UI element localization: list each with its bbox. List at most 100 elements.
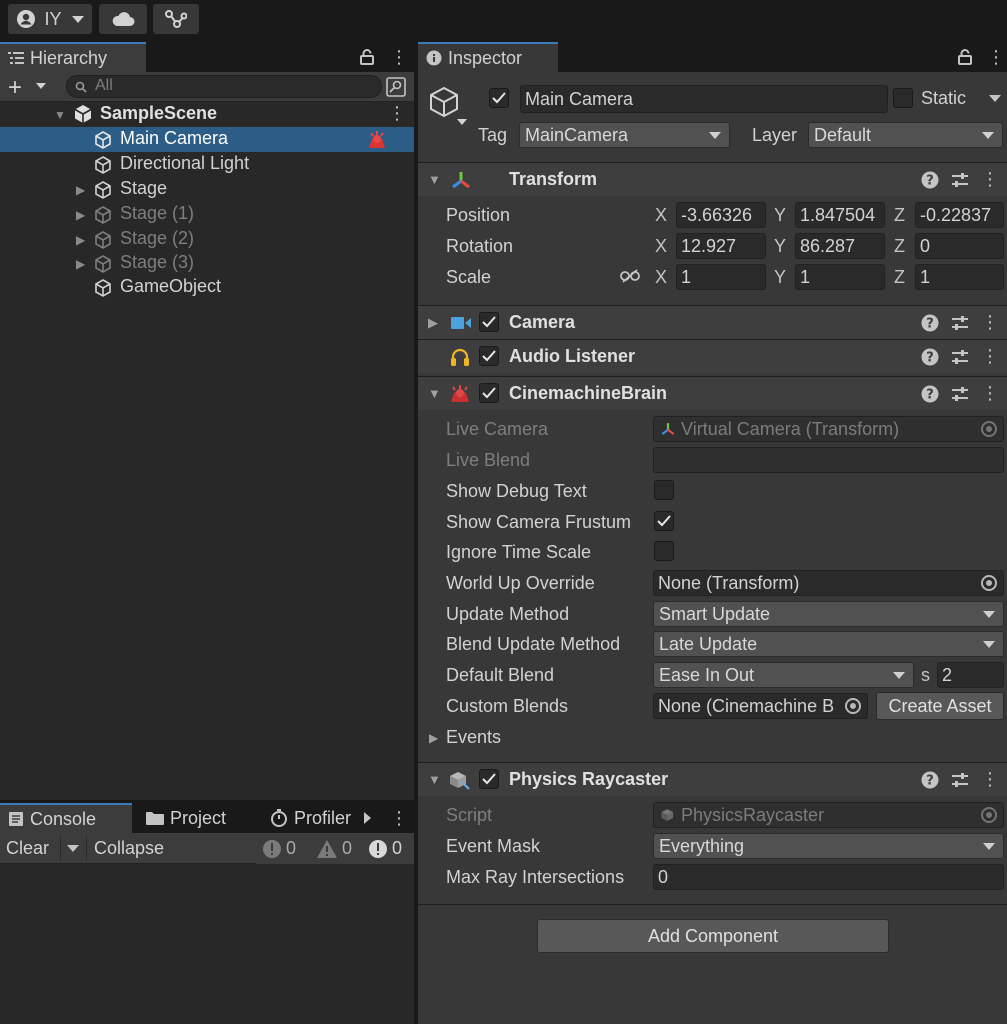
tag-dropdown[interactable]: MainCamera — [519, 122, 730, 148]
help-icon[interactable]: ? — [921, 171, 939, 189]
camera-header[interactable]: ▶ Camera ? ⋮ — [418, 305, 1007, 339]
audio-listener-header[interactable]: Audio Listener ? ⋮ — [418, 339, 1007, 373]
component-menu-icon[interactable]: ⋮ — [981, 383, 999, 404]
static-dropdown-chevron-icon[interactable] — [989, 95, 1001, 102]
constrain-proportions-icon[interactable] — [620, 268, 640, 284]
custom-blends-field[interactable]: None (Cinemachine B — [653, 693, 868, 719]
scale-z-input[interactable]: 1 — [915, 264, 1004, 290]
log-filter-button[interactable]: 0 — [262, 838, 296, 859]
layer-dropdown[interactable]: Default — [808, 122, 1003, 148]
raycaster-enabled-checkbox[interactable] — [479, 769, 499, 789]
collab-button[interactable] — [153, 4, 199, 34]
object-name-input[interactable]: Main Camera — [520, 85, 888, 113]
tab-hierarchy[interactable]: Hierarchy — [0, 42, 146, 72]
hierarchy-menu-icon[interactable]: ⋮ — [390, 47, 408, 68]
ignore-time-scale-checkbox[interactable] — [654, 541, 674, 561]
cinemachine-brain-header[interactable]: ▼ CinemachineBrain ? ⋮ — [418, 376, 1007, 410]
clear-button[interactable]: Clear — [6, 838, 49, 859]
component-menu-icon[interactable]: ⋮ — [981, 346, 999, 367]
create-asset-button[interactable]: Create Asset — [876, 692, 1004, 720]
add-dropdown-chevron-icon[interactable] — [36, 83, 46, 89]
presets-icon[interactable] — [951, 771, 969, 789]
lock-icon[interactable] — [360, 49, 374, 65]
presets-icon[interactable] — [951, 171, 969, 189]
events-foldout-icon[interactable]: ▶ — [429, 731, 438, 745]
hierarchy-item-directional-light[interactable]: Directional Light — [0, 152, 414, 177]
collapse-button[interactable]: Collapse — [94, 838, 164, 859]
position-z-input[interactable]: -0.22837 — [915, 202, 1004, 228]
help-icon[interactable]: ? — [921, 348, 939, 366]
rotation-z-input[interactable]: 0 — [915, 233, 1004, 259]
scale-y-input[interactable]: 1 — [795, 264, 885, 290]
tab-console[interactable]: Console — [0, 803, 132, 833]
foldout-open-icon[interactable]: ▼ — [428, 772, 441, 787]
physics-raycaster-header[interactable]: ▼ Physics Raycaster ? ⋮ — [418, 762, 1007, 796]
expand-arrow-icon[interactable]: ▶ — [76, 233, 85, 247]
object-picker-icon[interactable] — [981, 575, 997, 591]
help-icon[interactable]: ? — [921, 771, 939, 789]
help-icon[interactable]: ? — [921, 314, 939, 332]
expand-arrow-icon[interactable]: ▼ — [54, 108, 66, 122]
tabs-overflow-icon[interactable] — [364, 812, 371, 824]
panel-splitter[interactable] — [414, 42, 418, 1024]
rotation-x-input[interactable]: 12.927 — [676, 233, 766, 259]
tab-profiler[interactable]: Profiler — [262, 803, 358, 833]
icon-picker-chevron-icon[interactable] — [457, 119, 467, 125]
hierarchy-item-main-camera[interactable]: Main Camera — [0, 127, 414, 152]
foldout-open-icon[interactable]: ▼ — [428, 386, 441, 401]
help-icon[interactable]: ? — [921, 385, 939, 403]
default-blend-dropdown[interactable]: Ease In Out — [653, 662, 914, 688]
hierarchy-item-stage-1[interactable]: ▶ Stage (1) — [0, 202, 414, 227]
blend-seconds-input[interactable]: 2 — [937, 662, 1004, 688]
error-filter-button[interactable]: 0 — [368, 838, 402, 859]
presets-icon[interactable] — [951, 314, 969, 332]
scene-menu-icon[interactable]: ⋮ — [388, 103, 406, 124]
cloud-button[interactable] — [99, 4, 147, 34]
expand-arrow-icon[interactable]: ▶ — [76, 183, 85, 197]
hierarchy-item-stage[interactable]: ▶ Stage — [0, 177, 414, 202]
presets-icon[interactable] — [951, 348, 969, 366]
expand-arrow-icon[interactable]: ▶ — [76, 257, 85, 271]
hierarchy-item-stage-2[interactable]: ▶ Stage (2) — [0, 227, 414, 252]
inspector-menu-icon[interactable]: ⋮ — [987, 47, 1005, 68]
scene-search-icon[interactable] — [386, 77, 406, 97]
camera-enabled-checkbox[interactable] — [479, 312, 499, 332]
world-up-override-field[interactable]: None (Transform) — [653, 570, 1004, 596]
scale-x-input[interactable]: 1 — [676, 264, 766, 290]
object-picker-icon[interactable] — [845, 698, 861, 714]
hierarchy-search-input[interactable]: All — [66, 75, 382, 98]
foldout-closed-icon[interactable]: ▶ — [428, 315, 438, 331]
hierarchy-item-stage-3[interactable]: ▶ Stage (3) — [0, 251, 414, 276]
position-y-input[interactable]: 1.847504 — [795, 202, 885, 228]
account-dropdown[interactable]: IY — [8, 4, 92, 34]
event-mask-dropdown[interactable]: Everything — [653, 833, 1004, 859]
transform-header[interactable]: ▼ Transform ? ⋮ — [418, 162, 1007, 196]
component-menu-icon[interactable]: ⋮ — [981, 769, 999, 790]
component-menu-icon[interactable]: ⋮ — [981, 169, 999, 190]
events-label[interactable]: Events — [446, 727, 501, 748]
clear-options-chevron-icon[interactable] — [67, 845, 79, 852]
tab-project[interactable]: Project — [138, 803, 262, 833]
static-checkbox[interactable] — [893, 88, 913, 108]
lock-icon[interactable] — [958, 49, 972, 65]
update-method-dropdown[interactable]: Smart Update — [653, 601, 1004, 627]
add-component-button[interactable]: Add Component — [537, 919, 889, 953]
hierarchy-item-gameobject[interactable]: GameObject — [0, 275, 414, 300]
audio-listener-enabled-checkbox[interactable] — [479, 346, 499, 366]
foldout-open-icon[interactable]: ▼ — [428, 172, 441, 187]
tab-inspector[interactable]: Inspector — [418, 42, 558, 72]
position-x-input[interactable]: -3.66326 — [676, 202, 766, 228]
add-icon[interactable]: + — [8, 74, 22, 102]
component-menu-icon[interactable]: ⋮ — [981, 312, 999, 333]
expand-arrow-icon[interactable]: ▶ — [76, 208, 85, 222]
blend-update-method-dropdown[interactable]: Late Update — [653, 631, 1004, 657]
console-menu-icon[interactable]: ⋮ — [390, 808, 408, 829]
show-debug-text-checkbox[interactable] — [654, 480, 674, 500]
presets-icon[interactable] — [951, 385, 969, 403]
warning-filter-button[interactable]: 0 — [316, 838, 352, 859]
show-camera-frustum-checkbox[interactable] — [654, 511, 674, 531]
max-ray-intersections-input[interactable]: 0 — [653, 864, 1004, 890]
rotation-y-input[interactable]: 86.287 — [795, 233, 885, 259]
brain-enabled-checkbox[interactable] — [479, 383, 499, 403]
panel-splitter-horizontal[interactable] — [0, 800, 414, 803]
